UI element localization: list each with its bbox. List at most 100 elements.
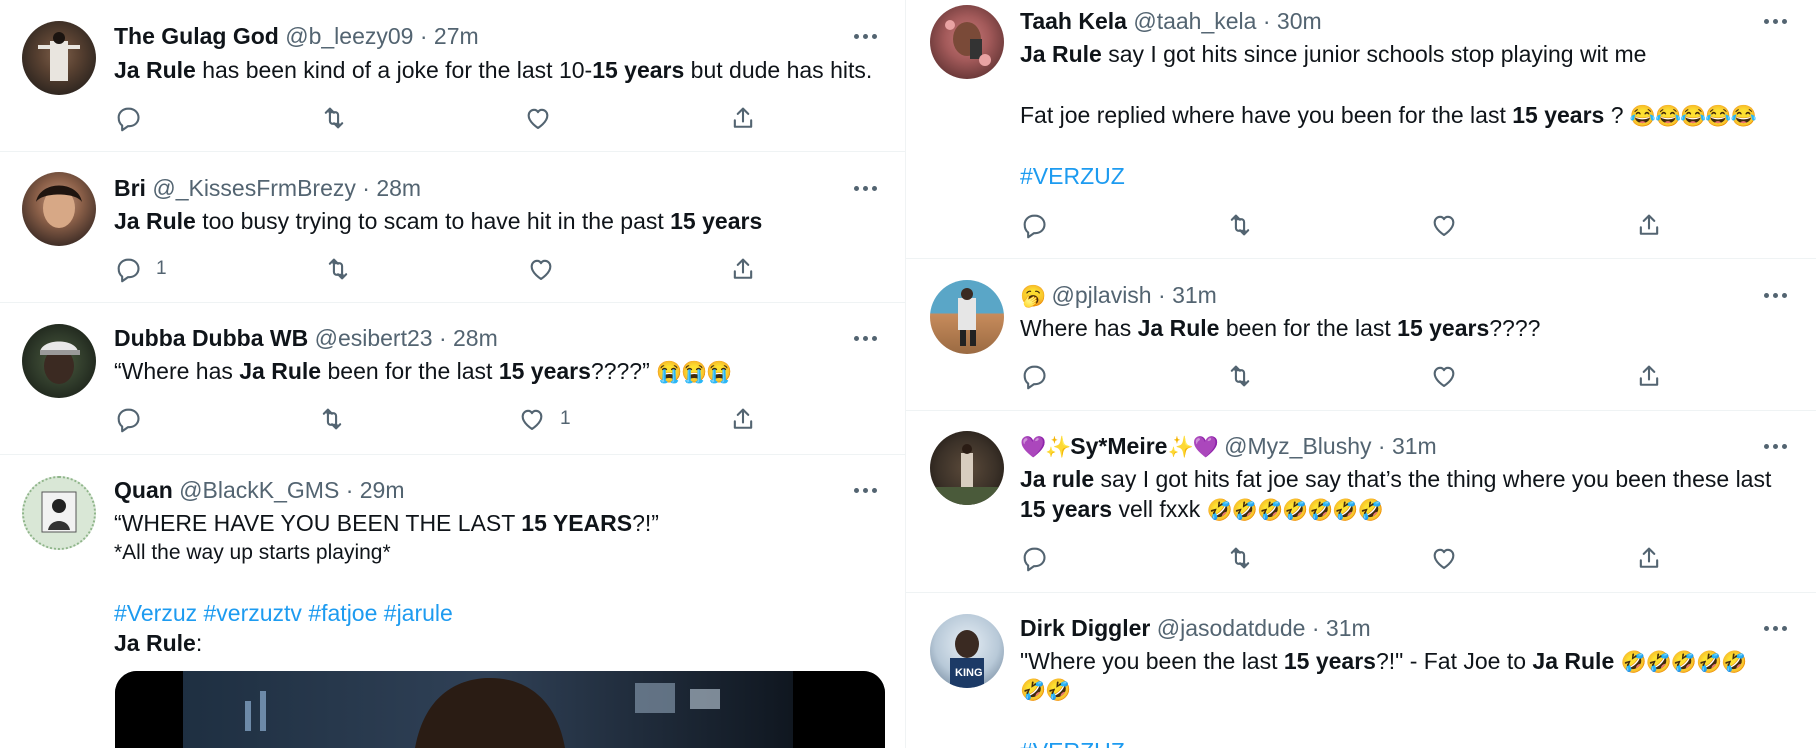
- share-button[interactable]: [1635, 543, 1663, 573]
- like-button[interactable]: 1: [518, 404, 571, 434]
- tweet[interactable]: 🥱 @pjlavish · 31m Where has Ja Rule been…: [906, 259, 1816, 411]
- timestamp[interactable]: 31m: [1392, 433, 1437, 459]
- avatar[interactable]: [930, 5, 1004, 79]
- tweet-text-line: 15 years vell fxxk 🤣🤣🤣🤣🤣🤣🤣: [1020, 494, 1384, 526]
- retweet-icon: [1230, 214, 1250, 236]
- tweet[interactable]: The Gulag God @b_leezy09 · 27m Ja Rule h…: [0, 0, 906, 152]
- avatar[interactable]: KING: [930, 614, 1004, 688]
- timestamp[interactable]: 27m: [434, 23, 479, 49]
- retweet-button[interactable]: [1226, 210, 1254, 240]
- share-button[interactable]: [729, 103, 757, 133]
- hashtag-link[interactable]: #VERZUZ: [1020, 163, 1125, 189]
- reply-button[interactable]: [114, 103, 142, 133]
- media-video[interactable]: [115, 671, 885, 748]
- tweet[interactable]: 💜✨Sy*Meire✨💜 @Myz_Blushy · 31m Ja rule s…: [906, 411, 1816, 593]
- hashtag-link[interactable]: #verzuztv: [204, 600, 302, 626]
- text-run: "Where you been the last: [1020, 648, 1284, 674]
- avatar[interactable]: [22, 172, 96, 246]
- avatar[interactable]: [930, 280, 1004, 354]
- timestamp[interactable]: 31m: [1326, 615, 1371, 641]
- more-icon[interactable]: [852, 174, 880, 202]
- text-run: but dude has hits.: [684, 57, 873, 83]
- hashtag-link[interactable]: #Verzuz: [114, 600, 197, 626]
- reply-button[interactable]: [1020, 361, 1048, 391]
- more-icon[interactable]: [1762, 614, 1790, 642]
- tweet[interactable]: Dubba Dubba WB @esibert23 · 28m “Where h…: [0, 303, 906, 455]
- text-run: “WHERE HAVE YOU BEEN THE LAST: [114, 510, 522, 536]
- reply-button[interactable]: [114, 404, 142, 434]
- tweet[interactable]: Taah Kela @taah_kela · 30m Ja Rule say I…: [906, 0, 1816, 259]
- display-name[interactable]: Sy*Meire: [1070, 433, 1167, 459]
- timestamp[interactable]: 29m: [360, 477, 405, 503]
- more-icon[interactable]: [852, 22, 880, 50]
- tweet[interactable]: Bri @_KissesFrmBrezy · 28m Ja Rule too b…: [0, 152, 906, 303]
- like-button[interactable]: [1430, 543, 1458, 573]
- retweet-button[interactable]: [318, 404, 346, 434]
- more-icon[interactable]: [852, 476, 880, 504]
- tweet-text-line: *All the way up starts playing*: [114, 541, 391, 564]
- display-name[interactable]: The Gulag God: [114, 23, 279, 49]
- user-handle[interactable]: @_KissesFrmBrezy: [152, 175, 356, 201]
- reply-button[interactable]: [1020, 543, 1048, 573]
- tweet-actions: 1: [114, 254, 774, 284]
- share-icon: [733, 107, 753, 128]
- more-icon[interactable]: [1762, 432, 1790, 460]
- like-button[interactable]: [1430, 361, 1458, 391]
- user-handle[interactable]: @BlackK_GMS: [179, 477, 339, 503]
- text-run: been for the last: [1219, 315, 1398, 341]
- name-emoji[interactable]: 🥱: [1020, 285, 1046, 308]
- text-run: ?: [1604, 102, 1630, 128]
- reply-button[interactable]: 1: [114, 254, 167, 284]
- timestamp[interactable]: 28m: [453, 325, 498, 351]
- share-button[interactable]: [1635, 210, 1663, 240]
- user-handle[interactable]: @taah_kela: [1133, 8, 1256, 34]
- timestamp[interactable]: 28m: [376, 175, 421, 201]
- user-handle[interactable]: @Myz_Blushy: [1224, 433, 1371, 459]
- hashtag-link[interactable]: #jarule: [384, 600, 453, 626]
- hashtag-link[interactable]: #fatjoe: [308, 600, 377, 626]
- retweet-button[interactable]: [1226, 543, 1254, 573]
- retweet-button[interactable]: [320, 103, 348, 133]
- text-bold: Ja Rule: [239, 358, 322, 384]
- display-name[interactable]: Dubba Dubba WB: [114, 325, 308, 351]
- share-button[interactable]: [1635, 361, 1663, 391]
- share-button[interactable]: [729, 254, 757, 284]
- more-icon[interactable]: [852, 324, 880, 352]
- timestamp[interactable]: 31m: [1172, 282, 1217, 308]
- retweet-button[interactable]: [324, 254, 352, 284]
- avatar[interactable]: [22, 476, 96, 550]
- more-icon[interactable]: [1762, 281, 1790, 309]
- reply-button[interactable]: [1020, 210, 1048, 240]
- name-emoji[interactable]: 💜✨: [1020, 436, 1071, 459]
- avatar[interactable]: [930, 431, 1004, 505]
- avatar[interactable]: [22, 324, 96, 398]
- retweet-button[interactable]: [1226, 361, 1254, 391]
- user-handle[interactable]: @pjlavish: [1052, 282, 1152, 308]
- text-run: ????: [1489, 315, 1541, 341]
- tweet[interactable]: KING Dirk Diggler @jasodatdude · 31m "Wh…: [906, 593, 1816, 748]
- display-name[interactable]: Dirk Diggler: [1020, 615, 1150, 641]
- emoji-run: 🤣🤣🤣🤣🤣: [1620, 651, 1748, 674]
- user-handle[interactable]: @b_leezy09: [285, 23, 413, 49]
- share-button[interactable]: [729, 404, 757, 434]
- hashtag-link[interactable]: #VERZUZ: [1020, 738, 1125, 748]
- more-icon[interactable]: [1762, 7, 1790, 35]
- timestamp[interactable]: 30m: [1277, 8, 1322, 34]
- separator-dot: ·: [438, 325, 447, 351]
- avatar[interactable]: [22, 21, 96, 95]
- separator-dot: ·: [1262, 8, 1271, 34]
- display-name[interactable]: Bri: [114, 175, 146, 201]
- like-button[interactable]: [524, 103, 552, 133]
- display-name[interactable]: Taah Kela: [1020, 8, 1127, 34]
- user-handle[interactable]: @esibert23: [315, 325, 433, 351]
- share-icon: [1639, 365, 1659, 386]
- like-button[interactable]: [1430, 210, 1458, 240]
- name-emoji[interactable]: ✨💜: [1167, 436, 1218, 459]
- heart-icon: [521, 409, 543, 430]
- like-button[interactable]: [527, 254, 555, 284]
- text-bold: Ja Rule: [114, 630, 196, 656]
- user-handle[interactable]: @jasodatdude: [1157, 615, 1306, 641]
- tweet[interactable]: Quan @BlackK_GMS · 29m “WHERE HAVE YOU B…: [0, 455, 906, 748]
- display-name[interactable]: Quan: [114, 477, 173, 503]
- share-icon: [733, 408, 753, 429]
